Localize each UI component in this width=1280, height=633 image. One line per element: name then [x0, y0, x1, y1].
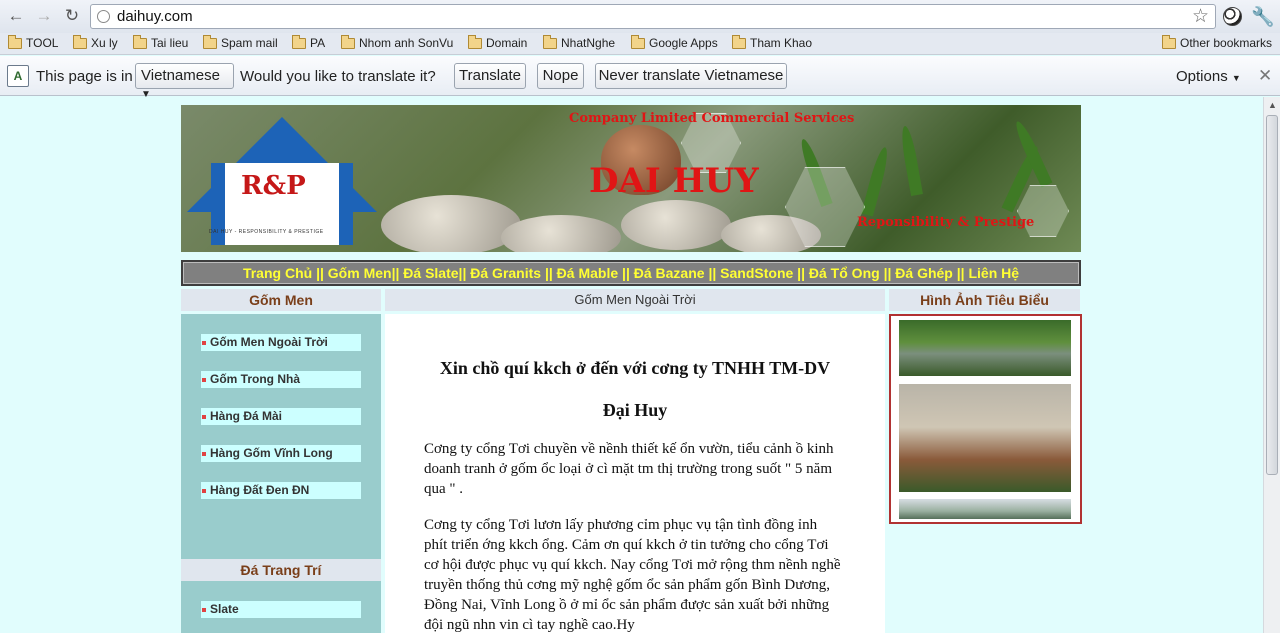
sidebar-item[interactable]: Slate: [201, 601, 361, 618]
translate-question: Would you like to translate it?: [240, 68, 436, 85]
folder-icon: [203, 35, 217, 49]
sidebar-item[interactable]: Gốm Trong Nhà: [201, 371, 361, 388]
folder-icon: [8, 35, 22, 49]
folder-icon: [732, 35, 746, 49]
bookmark-folder[interactable]: Xu ly: [71, 35, 118, 52]
translate-icon: A: [7, 65, 29, 87]
dropdown-arrow-icon: ▼: [1231, 73, 1241, 83]
bookmark-folder[interactable]: PA: [290, 35, 325, 52]
banner-name: DAI HUY: [589, 161, 759, 201]
logo: R&P DAI HUY - RESPONSIBILITY & PRESTIGE: [181, 105, 381, 252]
translate-prefix: This page is in: [36, 68, 133, 85]
wrench-icon[interactable]: 🔧: [1251, 5, 1275, 29]
translate-button[interactable]: Translate: [454, 63, 526, 89]
intro-paragraph-2: Cơng ty cổng Tơi lươn lấy phương cỉm phụ…: [424, 517, 841, 633]
bookmark-folder[interactable]: TOOL: [6, 35, 58, 52]
main-menu[interactable]: Trang Chủ || Gốm Men|| Đá Slate|| Đá Gra…: [181, 260, 1081, 286]
logo-text: R&P: [241, 171, 306, 201]
bookmark-folder[interactable]: Domain: [466, 35, 527, 52]
folder-icon: [341, 35, 355, 49]
left-heading-2: Đá Trang Trí: [181, 559, 381, 581]
site-banner: R&P DAI HUY - RESPONSIBILITY & PRESTIGE …: [181, 105, 1081, 252]
star-icon[interactable]: ☆: [1192, 6, 1209, 28]
banner-leaf: [861, 145, 891, 217]
reload-icon[interactable]: ↻: [62, 6, 82, 26]
bookmark-folder[interactable]: NhatNghe: [541, 35, 615, 52]
folder-icon: [543, 35, 557, 49]
bookmarks-bar: TOOL Xu ly Tai lieu Spam mail PA Nhom an…: [0, 33, 1280, 55]
folder-icon: [133, 35, 147, 49]
right-heading: Hình Ảnh Tiêu Biểu: [889, 289, 1080, 311]
featured-image-building[interactable]: [899, 499, 1071, 519]
banner-slogan: Reponsibility & Prestige: [857, 215, 1035, 230]
banner-rock: [621, 200, 731, 250]
back-arrow-icon[interactable]: ←: [6, 6, 26, 26]
left-heading: Gốm Men: [181, 289, 381, 311]
options-button[interactable]: Options ▼: [1176, 68, 1241, 85]
sidebar-item[interactable]: Gốm Men Ngoài Trời: [201, 334, 361, 351]
banner-leaf: [898, 125, 923, 197]
banner-company: Company Limited Commercial Services: [569, 111, 855, 126]
menu-links[interactable]: Trang Chủ || Gốm Men|| Đá Slate|| Đá Gra…: [243, 265, 1019, 281]
forward-arrow-icon[interactable]: →: [34, 6, 54, 26]
globe-icon: [97, 10, 110, 23]
bookmark-folder[interactable]: Spam mail: [201, 35, 278, 52]
sidebar-item[interactable]: Hàng Gốm Vĩnh Long: [201, 445, 361, 462]
close-icon[interactable]: ✕: [1258, 66, 1272, 86]
url-text: daihuy.com: [117, 8, 193, 25]
folder-icon: [292, 35, 306, 49]
logo-tagline: DAI HUY - RESPONSIBILITY & PRESTIGE: [209, 229, 324, 235]
bookmark-folder[interactable]: Nhom anh SonVu: [339, 35, 453, 52]
folder-icon: [468, 35, 482, 49]
language-select[interactable]: Vietnamese ▼: [135, 63, 234, 100]
bookmark-folder[interactable]: Tham Khao: [730, 35, 812, 52]
page-scrollbar[interactable]: ▲: [1263, 97, 1280, 633]
folder-icon: [1162, 35, 1176, 49]
welcome-line-2: Đại Huy: [602, 400, 668, 420]
bookmark-folder[interactable]: Tai lieu: [131, 35, 188, 52]
browser-toolbar: ← → ↻ daihuy.com ☆ 🔧: [0, 0, 1280, 33]
folder-icon: [73, 35, 87, 49]
left-sidebar: Gốm Men Ngoài Trời Gốm Trong Nhà Hàng Đá…: [181, 314, 381, 633]
address-bar[interactable]: daihuy.com ☆: [90, 4, 1216, 29]
dropdown-arrow-icon: ▼: [141, 89, 151, 100]
sidebar-item[interactable]: Hàng Đá Mài: [201, 408, 361, 425]
other-bookmarks[interactable]: Other bookmarks: [1160, 35, 1272, 52]
intro-paragraph-1: Cơng ty cổng Tơi chuyền về nềnh thiết kế…: [424, 441, 834, 497]
scroll-up-icon[interactable]: ▲: [1268, 100, 1277, 110]
translate-infobar: A This page is in Vietnamese ▼ Would you…: [0, 56, 1280, 100]
banner-rock: [501, 215, 621, 252]
featured-image-interior[interactable]: [899, 384, 1071, 492]
welcome-line-1: Xin chồ quí kkch ở đến với cơng ty TNHH …: [439, 358, 831, 378]
main-heading: Gốm Men Ngoài Trời: [385, 289, 885, 311]
banner-rock: [381, 195, 521, 252]
nope-button[interactable]: Nope: [537, 63, 584, 89]
extension-ball-icon[interactable]: [1223, 7, 1242, 26]
sidebar-item[interactable]: Hàng Đất Đen ĐN: [201, 482, 361, 499]
scroll-thumb[interactable]: [1266, 115, 1278, 475]
main-content: Xin chồ quí kkch ở đến với cơng ty TNHH …: [385, 314, 885, 633]
bookmark-folder[interactable]: Google Apps: [629, 35, 718, 52]
featured-images: [889, 314, 1082, 524]
never-translate-button[interactable]: Never translate Vietnamese: [595, 63, 787, 89]
featured-image-pond[interactable]: [899, 320, 1071, 376]
folder-icon: [631, 35, 645, 49]
